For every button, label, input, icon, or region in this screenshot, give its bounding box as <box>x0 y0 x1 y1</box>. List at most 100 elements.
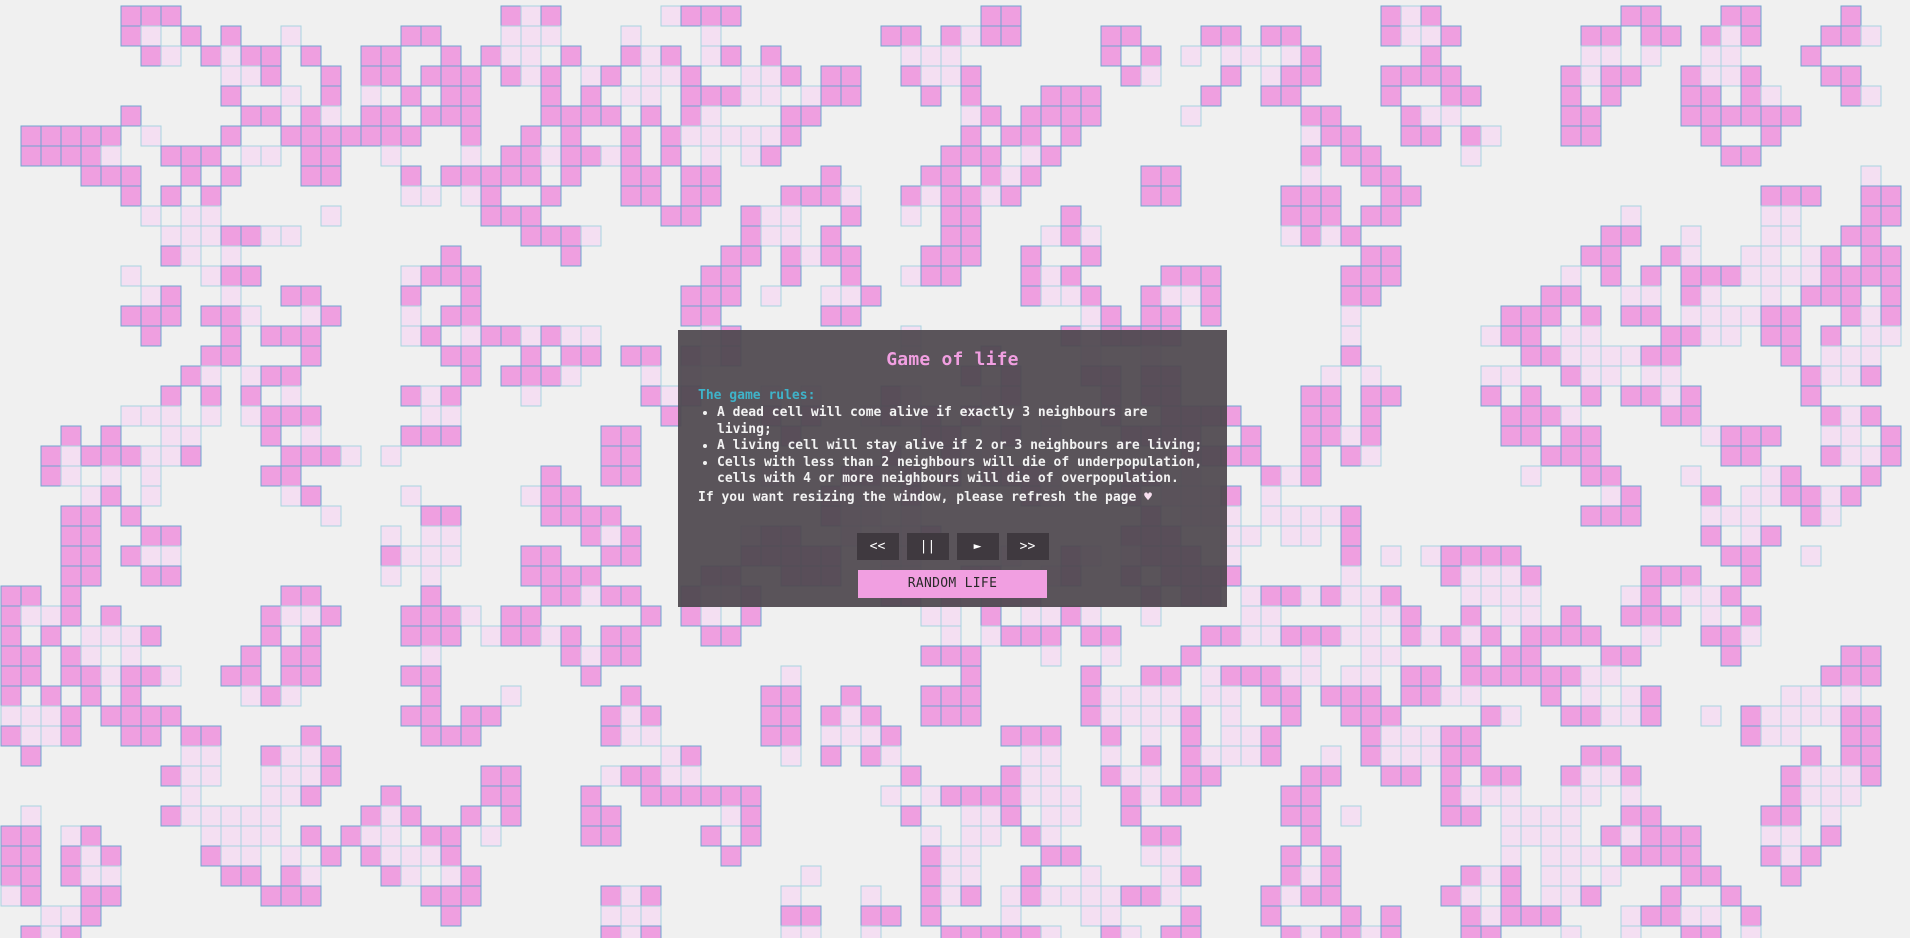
alive-cell[interactable] <box>1460 805 1482 827</box>
alive-cell[interactable] <box>1500 865 1522 887</box>
alive-cell[interactable] <box>620 125 642 147</box>
fading-cell[interactable] <box>120 625 142 647</box>
alive-cell[interactable] <box>1760 845 1782 867</box>
alive-cell[interactable] <box>1820 245 1842 267</box>
alive-cell[interactable] <box>1040 625 1062 647</box>
alive-cell[interactable] <box>360 65 382 87</box>
alive-cell[interactable] <box>1640 605 1662 627</box>
fading-cell[interactable] <box>1040 885 1062 907</box>
alive-cell[interactable] <box>0 725 22 747</box>
alive-cell[interactable] <box>560 105 582 127</box>
fading-cell[interactable] <box>200 365 222 387</box>
alive-cell[interactable] <box>1560 125 1582 147</box>
fading-cell[interactable] <box>960 825 982 847</box>
alive-cell[interactable] <box>1500 305 1522 327</box>
fading-cell[interactable] <box>1300 665 1322 687</box>
fading-cell[interactable] <box>1740 925 1762 938</box>
fading-cell[interactable] <box>1260 625 1282 647</box>
alive-cell[interactable] <box>1240 425 1262 447</box>
alive-cell[interactable] <box>420 685 442 707</box>
fading-cell[interactable] <box>280 745 302 767</box>
fading-cell[interactable] <box>1040 265 1062 287</box>
fading-cell[interactable] <box>200 205 222 227</box>
alive-cell[interactable] <box>280 405 302 427</box>
alive-cell[interactable] <box>300 665 322 687</box>
alive-cell[interactable] <box>1380 65 1402 87</box>
alive-cell[interactable] <box>440 305 462 327</box>
alive-cell[interactable] <box>1320 185 1342 207</box>
alive-cell[interactable] <box>560 485 582 507</box>
fading-cell[interactable] <box>1160 285 1182 307</box>
fading-cell[interactable] <box>520 25 542 47</box>
fading-cell[interactable] <box>1380 545 1402 567</box>
fading-cell[interactable] <box>1560 805 1582 827</box>
alive-cell[interactable] <box>420 625 442 647</box>
alive-cell[interactable] <box>840 205 862 227</box>
fading-cell[interactable] <box>1840 765 1862 787</box>
fading-cell[interactable] <box>400 485 422 507</box>
fading-cell[interactable] <box>1260 485 1282 507</box>
fading-cell[interactable] <box>40 725 62 747</box>
fading-cell[interactable] <box>1780 265 1802 287</box>
alive-cell[interactable] <box>1400 605 1422 627</box>
alive-cell[interactable] <box>1560 285 1582 307</box>
fading-cell[interactable] <box>700 145 722 167</box>
alive-cell[interactable] <box>1280 185 1302 207</box>
fading-cell[interactable] <box>1260 505 1282 527</box>
alive-cell[interactable] <box>840 305 862 327</box>
alive-cell[interactable] <box>1720 885 1742 907</box>
alive-cell[interactable] <box>1020 885 1042 907</box>
fading-cell[interactable] <box>1700 45 1722 67</box>
alive-cell[interactable] <box>220 165 242 187</box>
alive-cell[interactable] <box>1760 185 1782 207</box>
alive-cell[interactable] <box>1140 45 1162 67</box>
alive-cell[interactable] <box>820 225 842 247</box>
alive-cell[interactable] <box>1620 385 1642 407</box>
alive-cell[interactable] <box>1600 25 1622 47</box>
alive-cell[interactable] <box>820 185 842 207</box>
fading-cell[interactable] <box>780 745 802 767</box>
fading-cell[interactable] <box>1400 25 1422 47</box>
fading-cell[interactable] <box>1720 325 1742 347</box>
fading-cell[interactable] <box>1080 605 1102 627</box>
fading-cell[interactable] <box>1840 405 1862 427</box>
fading-cell[interactable] <box>1040 645 1062 667</box>
alive-cell[interactable] <box>620 625 642 647</box>
fading-cell[interactable] <box>280 225 302 247</box>
fading-cell[interactable] <box>380 825 402 847</box>
fading-cell[interactable] <box>180 765 202 787</box>
alive-cell[interactable] <box>1000 625 1022 647</box>
alive-cell[interactable] <box>1460 85 1482 107</box>
alive-cell[interactable] <box>1380 5 1402 27</box>
alive-cell[interactable] <box>1580 465 1602 487</box>
fading-cell[interactable] <box>1400 725 1422 747</box>
alive-cell[interactable] <box>1860 705 1882 727</box>
fading-cell[interactable] <box>1460 565 1482 587</box>
fading-cell[interactable] <box>960 105 982 127</box>
fading-cell[interactable] <box>1680 585 1702 607</box>
alive-cell[interactable] <box>1700 525 1722 547</box>
alive-cell[interactable] <box>1600 225 1622 247</box>
alive-cell[interactable] <box>1340 925 1362 938</box>
fading-cell[interactable] <box>920 825 942 847</box>
alive-cell[interactable] <box>1780 185 1802 207</box>
alive-cell[interactable] <box>1660 825 1682 847</box>
fading-cell[interactable] <box>1840 445 1862 467</box>
alive-cell[interactable] <box>120 445 142 467</box>
alive-cell[interactable] <box>440 845 462 867</box>
fading-cell[interactable] <box>1040 745 1062 767</box>
alive-cell[interactable] <box>80 165 102 187</box>
alive-cell[interactable] <box>1300 765 1322 787</box>
fading-cell[interactable] <box>240 65 262 87</box>
alive-cell[interactable] <box>1180 765 1202 787</box>
fading-cell[interactable] <box>1580 45 1602 67</box>
fading-cell[interactable] <box>1460 625 1482 647</box>
fading-cell[interactable] <box>1440 105 1462 127</box>
alive-cell[interactable] <box>1080 85 1102 107</box>
fading-cell[interactable] <box>160 425 182 447</box>
alive-cell[interactable] <box>1580 885 1602 907</box>
alive-cell[interactable] <box>1180 725 1202 747</box>
alive-cell[interactable] <box>1680 85 1702 107</box>
alive-cell[interactable] <box>1660 885 1682 907</box>
alive-cell[interactable] <box>1460 605 1482 627</box>
